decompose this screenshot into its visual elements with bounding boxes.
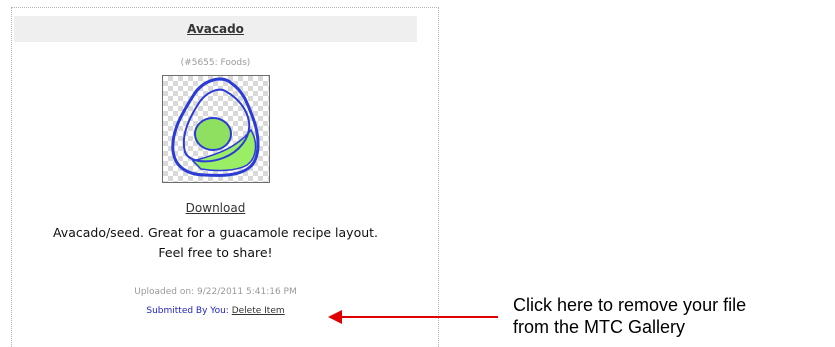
item-thumbnail[interactable]	[162, 75, 270, 183]
upload-date: Uploaded on: 9/22/2011 5:41:16 PM	[134, 287, 297, 297]
download-link[interactable]: Download	[186, 201, 246, 215]
delete-item-link[interactable]: Delete Item	[232, 306, 285, 316]
callout-line-1: Click here to remove your file	[513, 295, 747, 315]
avocado-image	[171, 77, 260, 177]
item-title-link[interactable]: Avacado	[187, 22, 244, 36]
item-description: Avacado/seed. Great for a guacamole reci…	[14, 223, 417, 263]
callout-arrow	[328, 310, 498, 324]
callout-line-2: from the MTC Gallery	[513, 317, 686, 337]
description-line-2: Feel free to share!	[158, 245, 273, 260]
download-container: Download	[14, 197, 417, 216]
callout-text: Click here to remove your file from the …	[513, 294, 833, 338]
submitted-by-label: Submitted By You:	[146, 306, 229, 316]
description-line-1: Avacado/seed. Great for a guacamole reci…	[52, 225, 379, 240]
item-meta: (#5655: Foods)	[180, 58, 251, 68]
item-title-bar: Avacado	[14, 16, 417, 42]
